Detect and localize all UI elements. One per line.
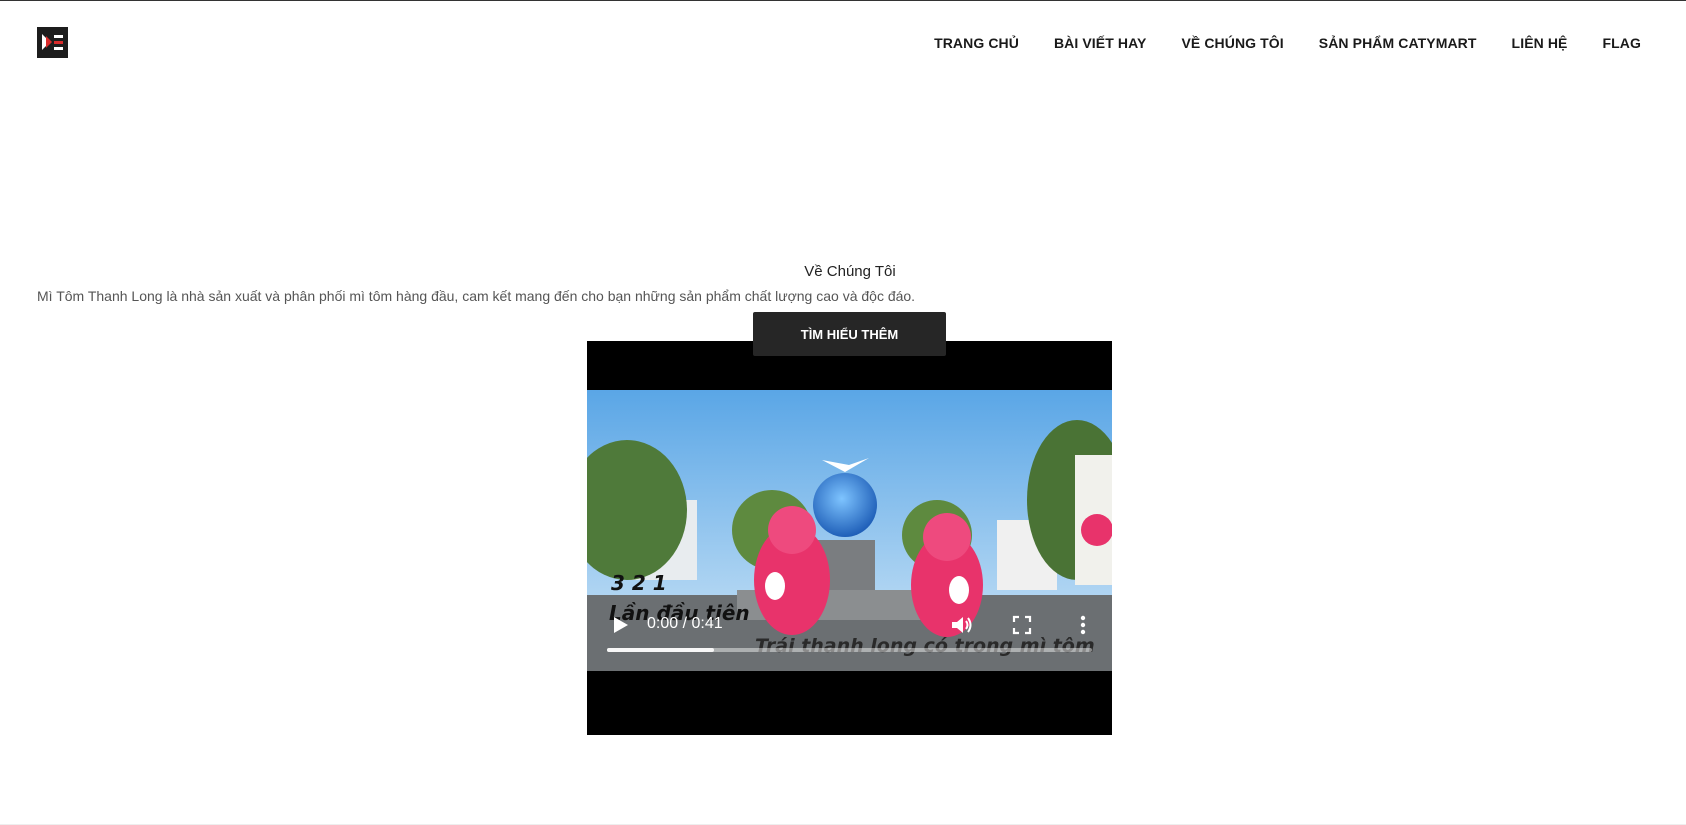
video-player[interactable]: 3 2 1 Lần đầu tiên Trái thanh long có tr… — [587, 341, 1112, 735]
brand-logo[interactable] — [37, 27, 68, 58]
video-time: 0:00 / 0:41 — [647, 615, 723, 632]
caption-countdown: 3 2 1 — [611, 571, 667, 595]
more-options-icon[interactable] — [1079, 614, 1087, 636]
video-progress-fill — [607, 648, 714, 652]
about-title: Về Chúng Tôi — [804, 263, 896, 280]
nav-item-articles[interactable]: BÀI VIẾT HAY — [1054, 35, 1146, 51]
nav-item-about[interactable]: VỀ CHÚNG TÔI — [1181, 35, 1283, 51]
about-description: Mì Tôm Thanh Long là nhà sản xuất và phâ… — [37, 288, 916, 304]
nav-item-products[interactable]: SẢN PHẨM CATYMART — [1319, 35, 1477, 51]
video-controls: 0:00 / 0:41 — [587, 605, 1112, 685]
main-nav: TRANG CHỦ BÀI VIẾT HAY VỀ CHÚNG TÔI SẢN … — [899, 35, 1641, 51]
nav-item-home[interactable]: TRANG CHỦ — [934, 35, 1019, 51]
volume-icon[interactable] — [950, 614, 974, 636]
nav-item-contact[interactable]: LIÊN HỆ — [1512, 35, 1568, 51]
page: TRANG CHỦ BÀI VIẾT HAY VỀ CHÚNG TÔI SẢN … — [0, 0, 1686, 825]
play-icon[interactable] — [609, 614, 631, 636]
nav-item-flag[interactable]: FLAG — [1602, 35, 1641, 51]
learn-more-button[interactable]: TÌM HIỂU THÊM — [753, 312, 946, 356]
video-progress-bar[interactable] — [607, 648, 1092, 652]
logo-icon — [37, 27, 68, 58]
fullscreen-icon[interactable] — [1012, 615, 1032, 635]
